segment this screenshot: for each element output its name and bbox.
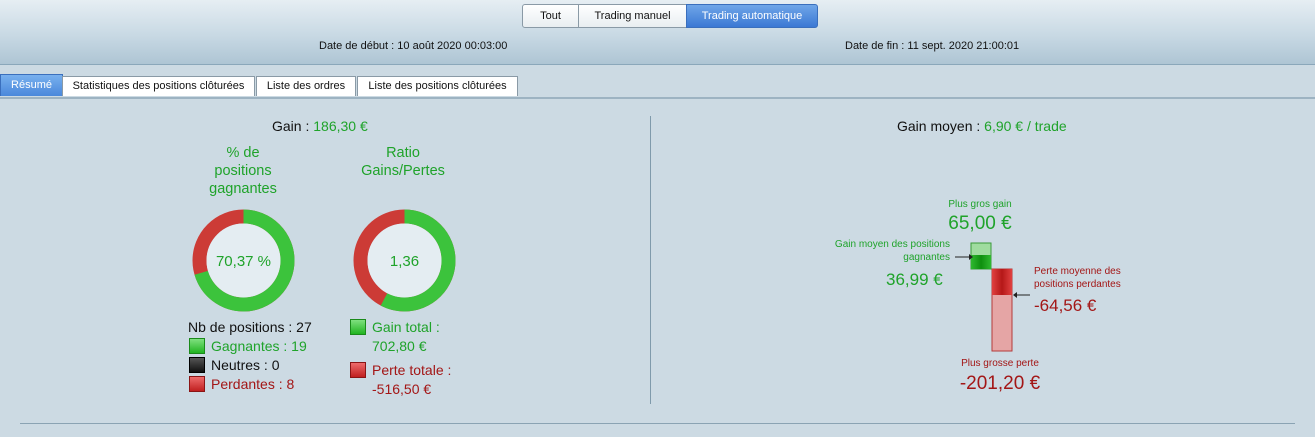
neutres-swatch [189,357,205,373]
ratio-donut-value: 1,36 [390,253,419,270]
perte-moyenne-line: Perte moyenne des [1034,266,1121,277]
plus-gros-gain-label: Plus gros gain [948,199,1012,210]
nb-positions: Nb de positions : 27 [188,319,312,335]
gagnantes-count: Gagnantes : 19 [211,338,307,354]
date-fin: Date de fin : 11 sept. 2020 21:00:01 [845,40,1019,52]
filter-auto-button[interactable]: Trading automatique [686,4,818,28]
ratio-title-line: Ratio [386,145,420,161]
plus-grosse-perte-label: Plus grosse perte [961,358,1039,369]
gain-moyen-label: Gain moyen : [897,118,981,134]
ratio-title: Ratio Gains/Pertes [343,144,463,180]
date-debut: Date de début : 10 août 2020 00:03:00 [319,40,507,52]
neutres-count: Neutres : 0 [211,357,280,373]
perte-moyenne-value: -64,56 € [1034,296,1097,315]
bottom-divider [20,423,1295,424]
gain-total-label: Gain total : [372,319,440,335]
gain-moyen-positions-label: Gain moyen des positions gagnantes [800,238,950,264]
pct-donut-value: 70,37 % [216,253,271,270]
pct-title-line: positions [214,163,272,179]
gain-loss-bars [955,242,1030,352]
date-debut-label: Date de début : [319,40,395,52]
gagnantes-swatch [189,338,205,354]
gain-moyen-positions-line: Gain moyen des positions [834,239,950,250]
tab-statistiques[interactable]: Statistiques des positions clôturées [62,76,255,96]
pct-title-line: gagnantes [209,181,277,197]
gain-total-swatch [350,319,366,335]
trading-filter-segmented: Tout Trading manuel Trading automatique [522,4,818,28]
avg-gain-bar [971,255,991,269]
filter-tout-button[interactable]: Tout [522,4,579,28]
avg-loss-bar [992,269,1012,295]
tab-bar: Résumé Statistiques des positions clôtur… [0,65,1315,99]
perdantes-count: Perdantes : 8 [211,376,295,392]
tab-resume[interactable]: Résumé [0,74,63,96]
gain-summary: Gain : 186,30 € [272,118,368,134]
plus-grosse-perte-value: -201,20 € [959,373,1041,394]
gain-moyen-value: 6,90 € / trade [984,118,1067,134]
panel-divider [650,116,651,404]
gain-moyen-summary: Gain moyen : 6,90 € / trade [897,118,1067,134]
date-fin-value: 11 sept. 2020 21:00:01 [907,40,1020,52]
date-debut-value: 10 août 2020 00:03:00 [397,40,508,52]
perte-totale-value: -516,50 € [372,381,432,397]
pct-donut: 70,37 % [192,209,295,312]
top-filter-bar: Tout Trading manuel Trading automatique … [0,0,1315,65]
pct-title: % de positions gagnantes [183,144,303,198]
tab-liste-ordres[interactable]: Liste des ordres [256,76,356,96]
ratio-title-line: Gains/Pertes [361,163,445,179]
loss-arrow-icon [1013,292,1017,298]
gain-total-value: 702,80 € [372,338,427,354]
tab-liste-positions[interactable]: Liste des positions clôturées [357,76,518,96]
perte-totale-label: Perte totale : [372,362,452,378]
date-fin-label: Date de fin : [845,40,905,52]
gain-moyen-positions-value: 36,99 € [886,270,943,289]
perte-moyenne-label: Perte moyenne des positions perdantes [1034,265,1121,291]
perte-moyenne-line: positions perdantes [1034,279,1121,290]
gain-value: 186,30 € [313,118,368,134]
filter-manuel-button[interactable]: Trading manuel [578,4,687,28]
pct-title-line: % de [226,145,260,161]
plus-gros-gain-value: 65,00 € [948,213,1012,234]
perte-totale-swatch [350,362,366,378]
gain-label: Gain : [272,118,310,134]
ratio-donut: 1,36 [353,209,456,312]
perdantes-swatch [189,376,205,392]
gain-moyen-positions-line: gagnantes [903,252,950,263]
